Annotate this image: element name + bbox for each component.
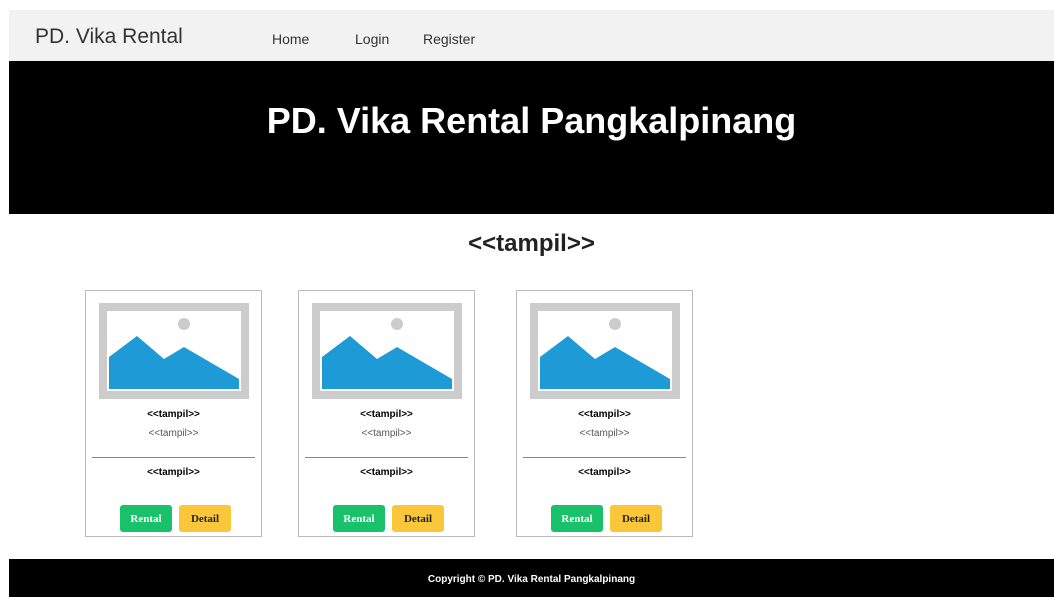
product-card: <<tampil>> <<tampil>> <<tampil>> Rental …: [85, 290, 262, 537]
image-placeholder-icon: [530, 303, 680, 399]
card-divider: [92, 457, 255, 458]
rental-button[interactable]: Rental: [333, 505, 385, 532]
hero-title: PD. Vika Rental Pangkalpinang: [266, 100, 797, 141]
card-subtitle: <<tampil>>: [148, 428, 199, 439]
detail-button[interactable]: Detail: [179, 505, 231, 532]
hero-banner: PD. Vika Rental Pangkalpinang: [9, 61, 1054, 214]
brand-logo-text[interactable]: PD. Vika Rental: [35, 25, 183, 49]
page: PD. Vika Rental Home Login Register PD. …: [0, 0, 1054, 597]
section-title: <<tampil>>: [468, 230, 595, 257]
card-divider: [523, 457, 686, 458]
rental-button[interactable]: Rental: [120, 505, 172, 532]
card-subtitle: <<tampil>>: [579, 428, 630, 439]
navbar: PD. Vika Rental Home Login Register: [9, 10, 1054, 61]
card-title: <<tampil>>: [578, 409, 631, 420]
nav-link-login[interactable]: Login: [355, 31, 389, 47]
product-card: <<tampil>> <<tampil>> <<tampil>> Rental …: [298, 290, 475, 537]
card-title: <<tampil>>: [360, 409, 413, 420]
nav-link-home[interactable]: Home: [272, 31, 309, 47]
image-placeholder-icon: [99, 303, 249, 399]
footer: Copyright © PD. Vika Rental Pangkalpinan…: [9, 559, 1054, 597]
card-price: <<tampil>>: [360, 467, 413, 478]
page-left-margin: [0, 0, 9, 597]
card-subtitle: <<tampil>>: [361, 428, 412, 439]
card-price: <<tampil>>: [578, 467, 631, 478]
product-card: <<tampil>> <<tampil>> <<tampil>> Rental …: [516, 290, 693, 537]
card-divider: [305, 457, 468, 458]
card-price: <<tampil>>: [147, 467, 200, 478]
detail-button[interactable]: Detail: [610, 505, 662, 532]
footer-copyright: Copyright © PD. Vika Rental Pangkalpinan…: [427, 574, 636, 585]
detail-button[interactable]: Detail: [392, 505, 444, 532]
rental-button[interactable]: Rental: [551, 505, 603, 532]
card-title: <<tampil>>: [147, 409, 200, 420]
nav-link-register[interactable]: Register: [423, 31, 475, 47]
image-placeholder-icon: [312, 303, 462, 399]
